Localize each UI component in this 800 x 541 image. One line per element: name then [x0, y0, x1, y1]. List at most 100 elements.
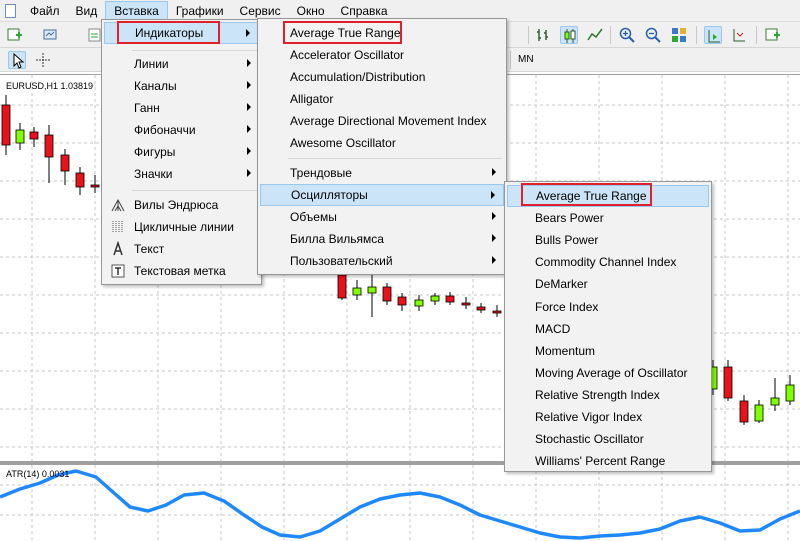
candle-body	[723, 366, 733, 399]
zoom-in-icon[interactable]	[618, 26, 636, 44]
insert-menu-item-gann[interactable]: Ганн	[104, 97, 259, 119]
profiles-icon[interactable]	[42, 26, 60, 44]
insert-menu-item-label: Значки	[134, 167, 173, 181]
oscillator-label: DeMarker	[535, 277, 588, 292]
indicators-group-bill-williams[interactable]: Билла Вильямса	[260, 228, 504, 250]
indicators-group-volumes[interactable]: Объемы	[260, 206, 504, 228]
submenu-arrow-icon	[247, 103, 251, 111]
new-chart-icon[interactable]	[6, 26, 24, 44]
insert-menu-item-arrows[interactable]: Значки	[104, 163, 259, 185]
atr-line	[0, 469, 800, 540]
oscillator-atr[interactable]: Average True Range	[507, 185, 709, 207]
candle-body	[397, 296, 407, 306]
timeframe-mn-button[interactable]: MN	[518, 54, 534, 65]
menu-view[interactable]: Вид	[68, 1, 106, 21]
line-chart-icon[interactable]	[586, 26, 604, 44]
indicators-group-trend[interactable]: Трендовые	[260, 162, 504, 184]
indicator-label: Average Directional Movement Index	[290, 114, 487, 128]
oscillator-bulls-power[interactable]: Bulls Power	[507, 229, 709, 251]
oscillator-label: Commodity Channel Index	[535, 255, 677, 270]
oscillator-label: Williams' Percent Range	[535, 454, 666, 469]
oscillator-bears-power[interactable]: Bears Power	[507, 207, 709, 229]
document-icon	[0, 1, 22, 21]
candle-body	[461, 302, 471, 306]
insert-menu-item-label: Текстовая метка	[134, 264, 226, 278]
zoom-out-icon[interactable]	[644, 26, 662, 44]
menu-insert[interactable]: Вставка	[105, 0, 168, 21]
oscillator-cci[interactable]: Commodity Channel Index	[507, 251, 709, 273]
oscillator-osma[interactable]: Moving Average of Oscillator	[507, 362, 709, 384]
submenu-arrow-icon	[247, 169, 251, 177]
chart-shift-icon[interactable]	[704, 26, 722, 44]
submenu-arrow-icon	[247, 125, 251, 133]
candlestick-chart-icon[interactable]	[560, 26, 578, 44]
menu-file[interactable]: Файл	[22, 1, 68, 21]
insert-menu-item-label: Цикличные линии	[134, 220, 234, 234]
candle-body	[75, 172, 85, 188]
tile-windows-icon[interactable]	[670, 26, 688, 44]
insert-menu-item-cycle-lines[interactable]: Цикличные линии	[104, 216, 259, 238]
insert-menu-item-andrews-pitchfork[interactable]: Вилы Эндрюса	[104, 194, 259, 216]
indicator-label: Average True Range	[290, 26, 401, 40]
insert-menu-item-label: Вилы Эндрюса	[134, 198, 219, 212]
insert-menu-item-label: Ганн	[134, 101, 160, 115]
candle-body	[1, 104, 11, 146]
insert-menu-item-text-label[interactable]: Текстовая метка	[104, 260, 259, 282]
oscillator-stochastic[interactable]: Stochastic Oscillator	[507, 428, 709, 450]
candle-body	[367, 286, 377, 294]
candle-body	[15, 129, 25, 144]
candle-body	[445, 295, 455, 303]
cycle-lines-icon	[112, 221, 123, 233]
indicators-group-custom[interactable]: Пользовательский	[260, 250, 504, 272]
candle-body	[754, 404, 764, 422]
insert-menu-item-label: Индикаторы	[135, 26, 204, 40]
bar-chart-icon[interactable]	[534, 26, 552, 44]
indicator-accumulation-distribution[interactable]: Accumulation/Distribution	[260, 66, 504, 88]
indicators-group-oscillators[interactable]: Осцилляторы	[260, 184, 504, 206]
candle-body	[60, 154, 70, 172]
indicator-accelerator-oscillator[interactable]: Accelerator Oscillator	[260, 44, 504, 66]
oscillator-label: Stochastic Oscillator	[535, 432, 644, 447]
indicators-menu: Average True Range Accelerator Oscillato…	[257, 18, 507, 275]
insert-menu-item-fibonacci[interactable]: Фибоначчи	[104, 119, 259, 141]
indicator-awesome-oscillator[interactable]: Awesome Oscillator	[260, 132, 504, 154]
andrews-pitchfork-icon	[111, 198, 125, 212]
indicator-group-label: Трендовые	[290, 166, 352, 180]
oscillator-label: Bulls Power	[535, 233, 599, 248]
oscillator-macd[interactable]: MACD	[507, 318, 709, 340]
candle-body	[476, 306, 486, 311]
oscillator-momentum[interactable]: Momentum	[507, 340, 709, 362]
oscillator-label: Momentum	[535, 343, 596, 358]
insert-menu-item-lines[interactable]: Линии	[104, 53, 259, 75]
oscillator-rsi[interactable]: Relative Strength Index	[507, 384, 709, 406]
oscillator-rvi[interactable]: Relative Vigor Index	[507, 406, 709, 428]
indicator-group-label: Объемы	[290, 210, 337, 224]
candle-body	[382, 286, 392, 302]
insert-menu: Индикаторы Линии Каналы Ганн Фибоначчи Ф…	[101, 19, 262, 285]
oscillator-label: Relative Vigor Index	[535, 410, 643, 424]
candle-body	[492, 310, 502, 314]
insert-menu-item-text[interactable]: Текст	[104, 238, 259, 260]
oscillator-label: Force Index	[535, 299, 599, 314]
insert-menu-item-shapes[interactable]: Фигуры	[104, 141, 259, 163]
oscillator-force-index[interactable]: Force Index	[507, 296, 709, 318]
oscillator-demarker[interactable]: DeMarker	[507, 273, 709, 295]
oscillator-label: Bears Power	[535, 211, 604, 226]
insert-menu-item-channels[interactable]: Каналы	[104, 75, 259, 97]
candle-body	[785, 384, 795, 402]
menu-charts[interactable]: Графики	[168, 1, 232, 21]
oscillator-label: Average True Range	[536, 189, 647, 203]
indicators-list-icon[interactable]	[764, 26, 782, 44]
cursor-icon[interactable]	[8, 51, 26, 69]
auto-scroll-icon[interactable]	[730, 26, 748, 44]
crosshair-icon[interactable]	[34, 51, 52, 69]
submenu-arrow-icon	[247, 81, 251, 89]
indicator-alligator[interactable]: Alligator	[260, 88, 504, 110]
insert-menu-item-indicators[interactable]: Индикаторы	[104, 22, 259, 44]
submenu-arrow-icon	[491, 191, 495, 199]
indicator-average-true-range[interactable]: Average True Range	[260, 22, 504, 44]
candle-body	[337, 274, 347, 299]
oscillator-williams-r[interactable]: Williams' Percent Range	[507, 450, 709, 472]
indicator-admi[interactable]: Average Directional Movement Index	[260, 110, 504, 132]
symbol-label: EURUSD,H1 1.03819	[6, 81, 94, 91]
